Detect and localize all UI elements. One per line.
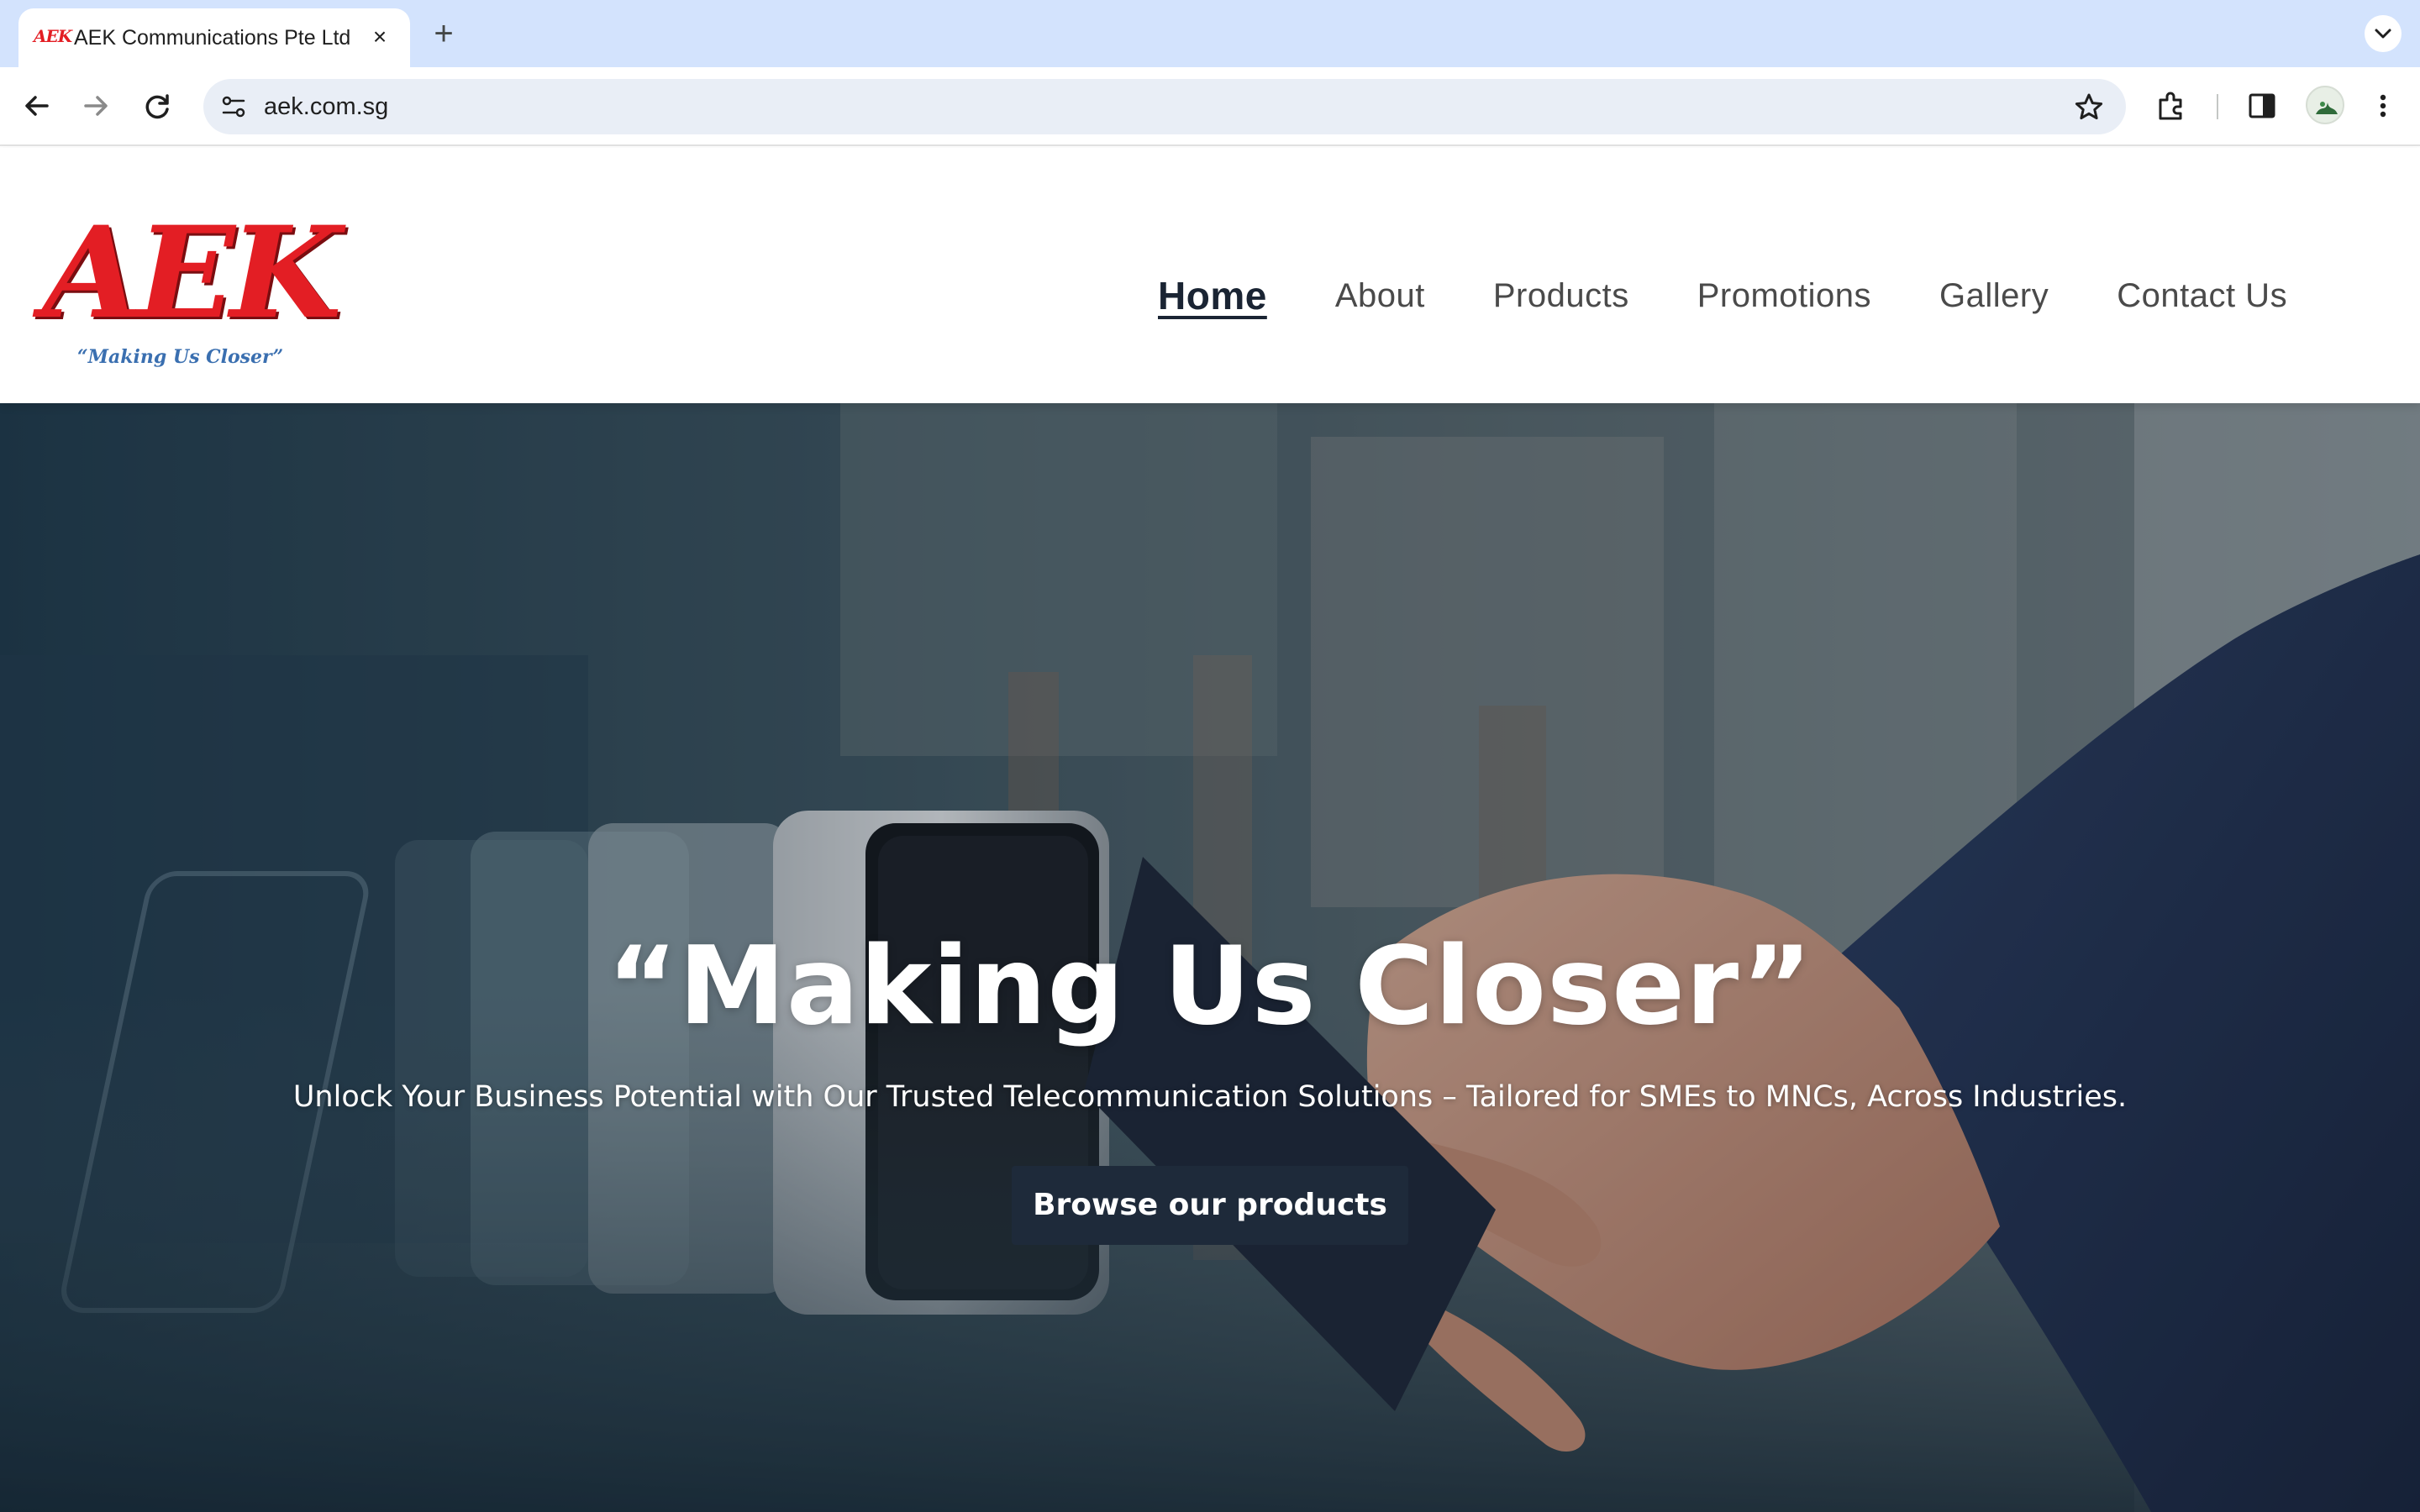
nav-about[interactable]: About (1335, 277, 1425, 315)
profile-avatar[interactable] (2306, 86, 2344, 124)
address-bar[interactable]: aek.com.sg (203, 79, 2126, 134)
toolbar-divider (2217, 94, 2218, 119)
browser-tab-strip: AEK AEK Communications Pte Ltd × + (0, 0, 2420, 69)
nav-gallery[interactable]: Gallery (1939, 277, 2049, 315)
nav-products[interactable]: Products (1493, 277, 1629, 315)
close-icon[interactable]: × (366, 24, 393, 50)
main-nav: Home About Products Promotions Gallery C… (1158, 270, 2287, 321)
side-panel-icon[interactable] (2244, 87, 2281, 124)
browser-toolbar: aek.com.sg (0, 67, 2420, 146)
kebab-menu-icon[interactable] (2365, 87, 2402, 124)
site-header: AEK “Making Us Closer” Home About Produc… (0, 148, 2420, 403)
tab-title: AEK Communications Pte Ltd (74, 26, 351, 50)
extensions-icon[interactable] (2153, 87, 2190, 124)
hero-title: “Making Us Closer” (607, 924, 1813, 1049)
nav-promotions[interactable]: Promotions (1697, 277, 1871, 315)
back-arrow-icon[interactable] (17, 86, 57, 126)
tab-search-chevron-icon[interactable] (2365, 15, 2402, 52)
nav-contact-us[interactable]: Contact Us (2117, 277, 2287, 315)
logo-tagline-text: “Making Us Closer” (77, 346, 284, 368)
bookmark-star-icon[interactable] (2070, 89, 2107, 126)
new-tab-plus-icon[interactable]: + (427, 17, 460, 50)
url-text[interactable]: aek.com.sg (264, 93, 388, 121)
browser-tab[interactable]: AEK AEK Communications Pte Ltd × (18, 8, 410, 69)
nav-home[interactable]: Home (1158, 273, 1267, 318)
site-info-icon[interactable] (217, 90, 250, 123)
hero-section: “Making Us Closer” Unlock Your Business … (0, 403, 2420, 1512)
tab-favicon: AEK (34, 26, 72, 46)
forward-arrow-icon[interactable] (76, 86, 116, 126)
logo-mark: AEK (42, 199, 342, 347)
hero-subtitle: Unlock Your Business Potential with Our … (292, 1080, 2128, 1114)
browse-products-button[interactable]: Browse our products (1012, 1166, 1408, 1245)
reload-icon[interactable] (138, 86, 178, 126)
